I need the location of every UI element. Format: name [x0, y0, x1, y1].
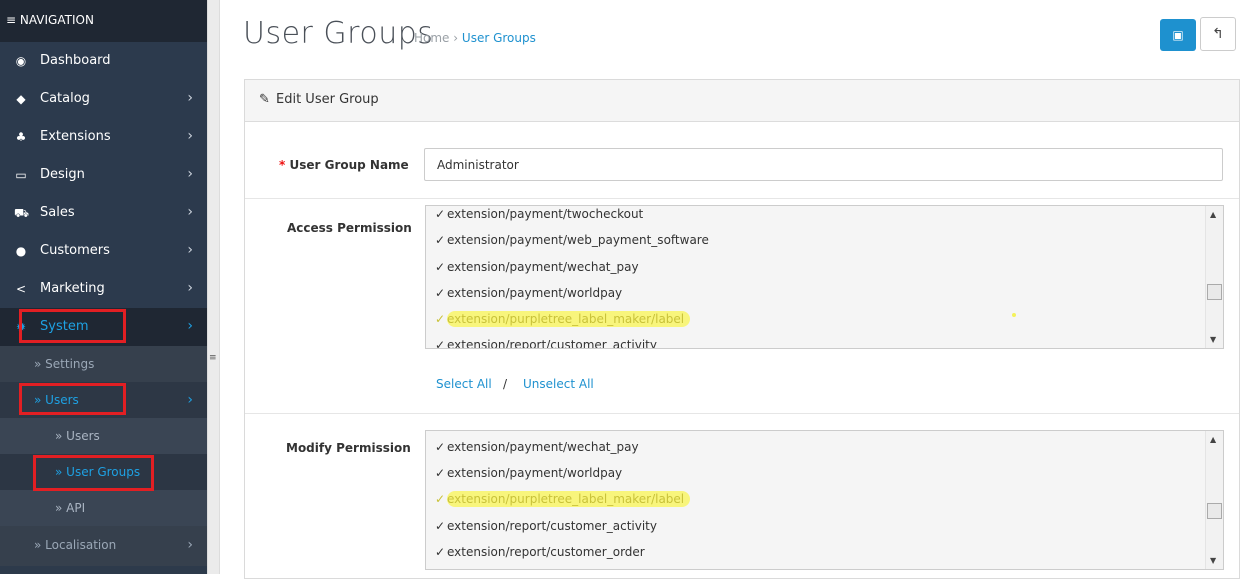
user-group-name-input[interactable]	[424, 148, 1223, 181]
user-group-name-label: * User Group Name	[279, 158, 409, 172]
sidebar-item-customers[interactable]: ● Customers ›	[0, 232, 207, 271]
panel-heading: ✎ Edit User Group	[245, 80, 1239, 122]
list-item[interactable]: ✓ extension/report/customer_activity	[435, 519, 657, 533]
chevron-right-icon: ›	[187, 128, 193, 144]
sidebar-resize-handle[interactable]: ≡	[207, 0, 220, 574]
scroll-down-arrow-icon[interactable]: ▼	[1210, 335, 1216, 344]
menu-icon: ≡	[6, 13, 17, 27]
monitor-icon: ▭	[15, 168, 27, 182]
list-item[interactable]: ✓ extension/report/customer_activity	[435, 338, 657, 348]
breadcrumb-home[interactable]: Home	[414, 31, 449, 45]
sidebar-item-extensions[interactable]: ♣ Extensions ›	[0, 118, 207, 157]
list-item[interactable]: ✓ extension/payment/web_payment_software	[435, 233, 709, 247]
resize-grip-icon: ≡	[209, 353, 217, 363]
access-permission-label: Access Permission	[287, 221, 412, 235]
scroll-up-arrow-icon[interactable]: ▲	[1210, 435, 1216, 444]
sidebar-item-marketing[interactable]: < Marketing ›	[0, 270, 207, 309]
chevron-right-icon: ›	[187, 318, 193, 334]
list-item[interactable]: ✓ extension/payment/twocheckout	[435, 207, 643, 221]
checkbox-checked-icon[interactable]: ✓	[435, 440, 447, 454]
chevron-right-icon: ›	[187, 166, 193, 182]
annotation-box-user-groups	[33, 455, 154, 491]
access-permission-list[interactable]: ✓ extension/payment/twocheckout ✓ extensio…	[425, 205, 1224, 349]
checkbox-checked-icon[interactable]: ✓	[435, 466, 447, 480]
list-item[interactable]: ✓ extension/payment/wechat_pay	[435, 440, 639, 454]
scrollbar[interactable]: ▲ ▼	[1205, 431, 1223, 569]
list-item[interactable]: ✓ extension/payment/worldpay	[435, 466, 622, 480]
checkbox-checked-icon[interactable]: ✓	[435, 233, 447, 247]
page-title: User Groups	[243, 16, 434, 51]
panel-title: Edit User Group	[276, 92, 379, 107]
list-item[interactable]: ✓ extension/payment/wechat_pay	[435, 260, 639, 274]
checkbox-checked-icon[interactable]: ✓	[435, 492, 447, 506]
dashboard-icon: ◉	[15, 54, 27, 68]
scrollbar-thumb[interactable]	[1207, 284, 1222, 300]
sidebar-item-design[interactable]: ▭ Design ›	[0, 156, 207, 195]
sidebar-navigation: ≡ NAVIGATION ◉ Dashboard ◆ Catalog › ♣ E…	[0, 0, 207, 574]
nav-header-label: ≡ NAVIGATION	[6, 13, 94, 27]
list-item[interactable]: ✓ extension/payment/worldpay	[435, 286, 622, 300]
chevron-right-icon: ›	[187, 204, 193, 220]
list-item[interactable]: ✓ extension/report/customer_order	[435, 545, 645, 559]
sidebar-item-sales[interactable]: ⛟ Sales ›	[0, 194, 207, 233]
sidebar-item-catalog[interactable]: ◆ Catalog ›	[0, 80, 207, 119]
checkbox-checked-icon[interactable]: ✓	[435, 545, 447, 559]
checkbox-checked-icon[interactable]: ✓	[435, 338, 447, 348]
sidebar-item-localisation[interactable]: » Localisation ›	[0, 526, 207, 566]
checkbox-checked-icon[interactable]: ✓	[435, 312, 447, 326]
save-button[interactable]: ▣	[1160, 19, 1196, 51]
chevron-right-icon: ›	[187, 537, 193, 553]
breadcrumb-user-groups[interactable]: User Groups	[462, 31, 536, 45]
select-separator: /	[503, 377, 508, 391]
divider	[245, 413, 1239, 414]
scroll-down-arrow-icon[interactable]: ▼	[1210, 556, 1216, 565]
list-item-highlighted[interactable]: ✓ extension/purpletree_label_maker/label	[435, 311, 691, 327]
share-icon: <	[15, 282, 27, 296]
highlight-mark	[1012, 313, 1016, 317]
modify-permission-list[interactable]: ✓ extension/payment/wechat_pay ✓ extension…	[425, 430, 1224, 570]
sidebar-item-dashboard[interactable]: ◉ Dashboard	[0, 42, 207, 81]
scrollbar[interactable]: ▲ ▼	[1205, 206, 1223, 348]
navigation-header[interactable]: ≡ NAVIGATION	[0, 0, 207, 42]
pencil-icon: ✎	[259, 92, 270, 107]
puzzle-icon: ♣	[15, 130, 27, 144]
divider	[245, 198, 1239, 199]
back-button[interactable]: ↰	[1200, 17, 1236, 51]
checkbox-checked-icon[interactable]: ✓	[435, 286, 447, 300]
cart-icon: ⛟	[14, 206, 30, 220]
chevron-right-icon: ›	[187, 242, 193, 258]
scroll-up-arrow-icon[interactable]: ▲	[1210, 210, 1216, 219]
breadcrumb-separator: ›	[453, 31, 459, 45]
chevron-right-icon: ›	[187, 90, 193, 106]
user-icon: ●	[15, 244, 27, 258]
select-all-link[interactable]: Select All	[436, 377, 492, 391]
tag-icon: ◆	[16, 92, 26, 106]
chevron-right-icon: ›	[187, 392, 193, 408]
sidebar-item-settings[interactable]: » Settings	[0, 346, 207, 382]
checkbox-checked-icon[interactable]: ✓	[435, 519, 447, 533]
scrollbar-thumb[interactable]	[1207, 503, 1222, 519]
checkbox-checked-icon[interactable]: ✓	[435, 260, 447, 274]
list-item-highlighted[interactable]: ✓ extension/purpletree_label_maker/label	[435, 491, 691, 507]
reply-arrow-icon: ↰	[1212, 26, 1224, 42]
unselect-all-link[interactable]: Unselect All	[523, 377, 594, 391]
annotation-box-system	[19, 309, 126, 343]
modify-permission-label: Modify Permission	[286, 441, 411, 455]
required-marker: *	[279, 158, 286, 172]
checkbox-checked-icon[interactable]: ✓	[435, 207, 447, 221]
sidebar-subitem-api[interactable]: » API	[0, 490, 207, 526]
sidebar-subitem-users[interactable]: » Users	[0, 418, 207, 454]
floppy-disk-icon: ▣	[1172, 28, 1184, 42]
annotation-box-users	[19, 383, 126, 415]
breadcrumb: Home › User Groups	[414, 31, 536, 45]
chevron-right-icon: ›	[187, 280, 193, 296]
